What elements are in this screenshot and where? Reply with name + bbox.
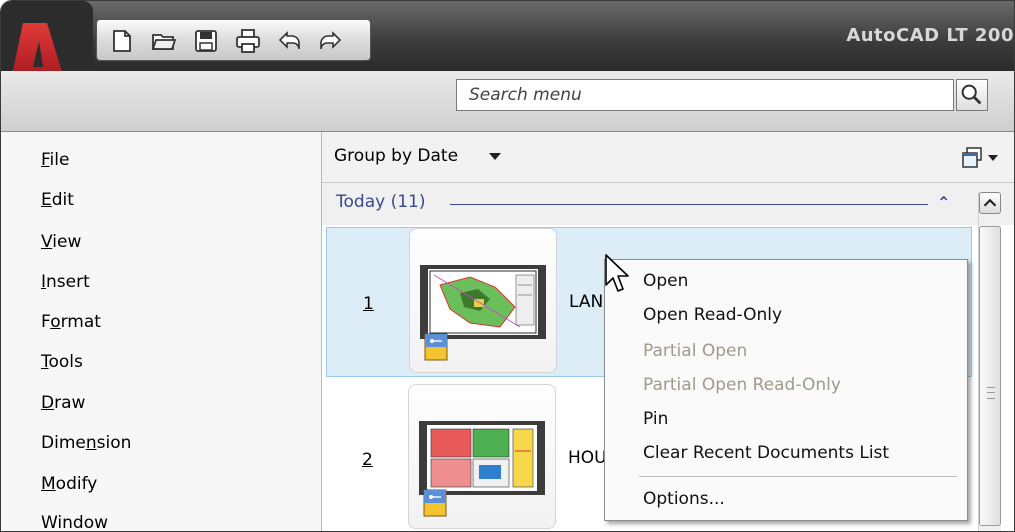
dwg-file-icon xyxy=(424,333,448,361)
document-name: HOU xyxy=(568,448,607,468)
collapse-icon[interactable]: ⌃ xyxy=(937,193,950,212)
context-item-options[interactable]: Options... xyxy=(643,482,725,516)
save-icon[interactable] xyxy=(193,28,219,54)
menu-item-tools[interactable]: Tools xyxy=(41,342,83,382)
menu-item-dimension[interactable]: Dimension xyxy=(41,423,131,463)
document-thumbnail xyxy=(408,384,556,529)
search-input[interactable]: Search menu xyxy=(456,79,954,111)
chevron-down-icon[interactable] xyxy=(489,153,501,160)
menu-item-format[interactable]: Format xyxy=(41,302,101,342)
menu-item-file[interactable]: File xyxy=(41,140,69,180)
context-item-pin[interactable]: Pin xyxy=(643,402,668,436)
context-menu: Open Open Read-Only Partial Open Partial… xyxy=(604,259,968,521)
app-title: AutoCAD LT 200 xyxy=(846,25,1014,46)
menu-list: File Edit View Insert Format Tools Draw … xyxy=(1,132,322,531)
group-by-bar: Group by Date xyxy=(322,132,1014,183)
context-item-partial-open: Partial Open xyxy=(643,341,748,361)
undo-icon[interactable] xyxy=(277,28,303,54)
grip-icon xyxy=(987,387,995,399)
vertical-scrollbar[interactable] xyxy=(978,192,1001,531)
drawing-preview xyxy=(419,421,545,495)
context-item-open-read-only[interactable]: Open Read-Only xyxy=(643,298,782,332)
menu-item-modify[interactable]: Modify xyxy=(41,464,97,504)
redo-icon[interactable] xyxy=(317,28,343,54)
quick-access-toolbar xyxy=(96,19,371,61)
drawing-preview xyxy=(420,265,546,339)
group-header-label: Today (11) xyxy=(336,192,426,212)
menu-item-draw[interactable]: Draw xyxy=(41,383,85,423)
open-icon[interactable] xyxy=(151,28,177,54)
search-bar: Search menu xyxy=(1,71,1014,132)
group-divider xyxy=(450,204,928,205)
mouse-pointer-icon xyxy=(604,253,630,295)
new-icon[interactable] xyxy=(109,28,135,54)
title-bar: AutoCAD LT 200 xyxy=(1,1,1014,71)
group-by-dropdown[interactable]: Group by Date xyxy=(334,146,458,166)
app-window: AutoCAD LT 200 Search menu File Edit Vie… xyxy=(0,0,1015,532)
context-item-open[interactable]: Open xyxy=(643,264,688,298)
view-options-button[interactable] xyxy=(962,146,1002,170)
menu-item-window[interactable]: Window xyxy=(41,503,108,531)
scroll-thumb[interactable] xyxy=(979,226,1001,526)
menu-item-edit[interactable]: Edit xyxy=(41,180,74,220)
search-button[interactable] xyxy=(956,79,988,111)
menu-item-insert[interactable]: Insert xyxy=(41,262,90,302)
context-item-partial-open-read-only: Partial Open Read-Only xyxy=(643,375,841,395)
window-icon xyxy=(962,147,998,168)
document-name: LAN xyxy=(569,292,604,312)
document-thumbnail xyxy=(409,228,557,373)
scroll-up-button[interactable] xyxy=(979,192,1001,214)
menu-item-view[interactable]: View xyxy=(41,222,81,262)
document-number: 2 xyxy=(362,450,373,470)
group-header-today: Today (11) ⌃ xyxy=(322,183,1014,225)
context-menu-divider xyxy=(639,476,957,477)
search-icon xyxy=(961,84,982,105)
document-number: 1 xyxy=(363,294,374,314)
print-icon[interactable] xyxy=(235,28,261,54)
context-item-clear-recent[interactable]: Clear Recent Documents List xyxy=(643,436,889,470)
chevron-up-icon xyxy=(983,198,997,207)
dwg-file-icon xyxy=(423,489,447,517)
